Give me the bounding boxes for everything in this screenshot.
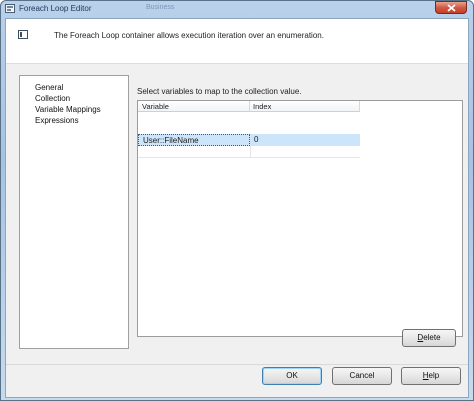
- nav-item-expressions[interactable]: Expressions: [35, 116, 79, 125]
- instruction-text: Select variables to map to the collectio…: [137, 87, 302, 96]
- delete-button-label: elete: [423, 333, 441, 342]
- variable-cell[interactable]: User::FileName: [138, 134, 250, 146]
- column-header-variable[interactable]: Variable: [138, 101, 250, 112]
- background-window-title: Business: [146, 4, 175, 11]
- foreach-loop-editor-window: Foreach Loop Editor Business The Foreach…: [0, 0, 474, 401]
- column-divider: [250, 146, 251, 158]
- column-header-index[interactable]: Index: [250, 101, 360, 112]
- column-header-index-label: Index: [253, 102, 272, 111]
- nav-item-collection[interactable]: Collection: [35, 94, 70, 103]
- window-app-icon: [5, 4, 15, 13]
- help-button[interactable]: Help: [401, 367, 461, 385]
- description-text: The Foreach Loop container allows execut…: [54, 31, 324, 40]
- new-row-placeholder[interactable]: [138, 146, 360, 158]
- table-row[interactable]: User::FileName 0: [138, 134, 360, 146]
- nav-item-general[interactable]: General: [35, 83, 63, 92]
- variable-mapping-grid: Variable Index User::FileName 0: [137, 100, 463, 337]
- cancel-button[interactable]: Cancel: [332, 367, 392, 385]
- nav-item-variable-mappings[interactable]: Variable Mappings: [35, 105, 101, 114]
- button-area-separator: [6, 364, 468, 365]
- close-button[interactable]: [435, 1, 467, 14]
- help-button-label: elp: [428, 371, 440, 380]
- dialog-client-area: The Foreach Loop container allows execut…: [5, 18, 469, 398]
- column-header-variable-label: Variable: [142, 102, 169, 111]
- description-header: The Foreach Loop container allows execut…: [6, 19, 468, 64]
- delete-button[interactable]: Delete: [402, 329, 456, 347]
- page-navigation-list: General Collection Variable Mappings Exp…: [19, 75, 129, 349]
- ok-button[interactable]: OK: [262, 367, 322, 385]
- index-cell[interactable]: 0: [250, 134, 360, 146]
- foreach-container-icon: [18, 30, 28, 39]
- window-title: Foreach Loop Editor: [19, 4, 92, 13]
- title-bar[interactable]: Foreach Loop Editor Business: [1, 1, 473, 17]
- grid-header-row: Variable Index: [138, 101, 462, 112]
- close-icon: [447, 4, 456, 12]
